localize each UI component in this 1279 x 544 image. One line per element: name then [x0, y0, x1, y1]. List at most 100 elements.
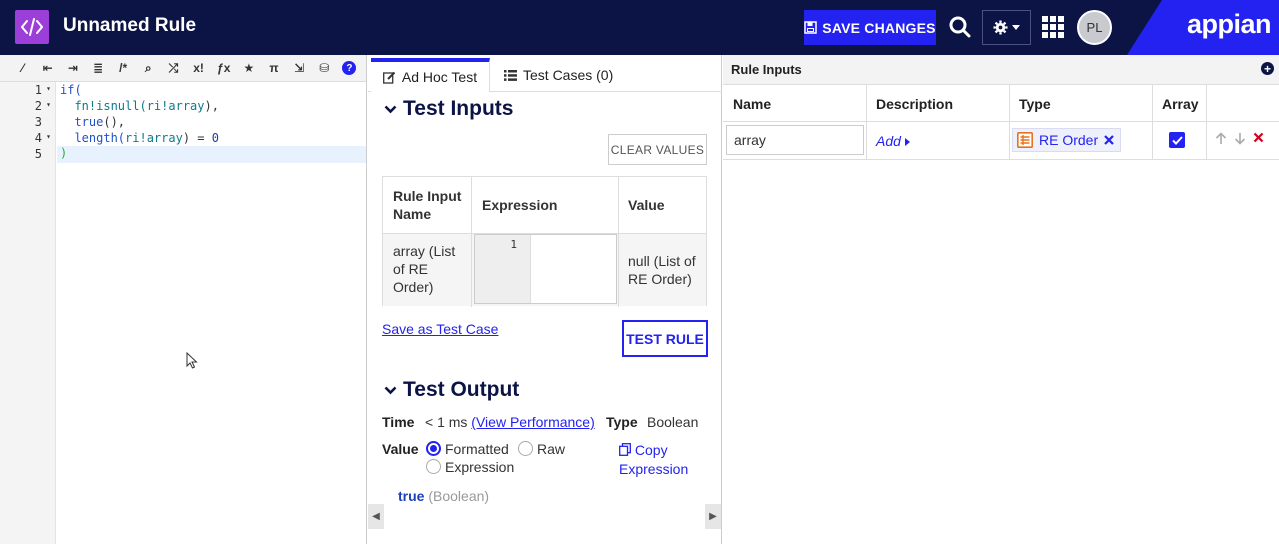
- line-number-gutter: 1 ▾ 2 ▾ 3 4 ▾ 5: [0, 82, 56, 544]
- check-icon: [1171, 135, 1183, 145]
- collapse-left-button[interactable]: ◀: [368, 504, 384, 529]
- fold-caret-icon[interactable]: ▾: [46, 84, 51, 93]
- array-checkbox[interactable]: [1169, 132, 1185, 148]
- help-icon[interactable]: ?: [337, 56, 362, 80]
- code-token: 0: [211, 131, 219, 145]
- tab-test-cases-label: Test Cases (0): [523, 67, 614, 83]
- code-token: ),: [204, 99, 219, 113]
- add-description-link[interactable]: Add: [876, 133, 910, 149]
- radio-raw-label: Raw: [537, 441, 566, 457]
- export-icon[interactable]: ⇲: [287, 56, 312, 80]
- chevron-down-icon: [384, 105, 397, 113]
- code-line-3: true(),: [60, 115, 125, 129]
- type-label: Type: [606, 414, 638, 430]
- search-icon[interactable]: ⌕: [136, 56, 161, 80]
- fold-caret-icon[interactable]: ▾: [46, 132, 51, 141]
- radio-formatted[interactable]: Formatted: [426, 441, 509, 457]
- line-number-text: 4: [34, 131, 42, 145]
- close-icon[interactable]: [1104, 135, 1114, 145]
- save-icon: [804, 21, 818, 34]
- star-icon[interactable]: ★: [236, 56, 261, 80]
- expression-input[interactable]: 1: [474, 234, 617, 304]
- tab-ad-hoc-test[interactable]: Ad Hoc Test: [371, 58, 490, 92]
- test-inputs-header[interactable]: Test Inputs: [384, 97, 513, 121]
- function-icon[interactable]: ƒx: [211, 56, 236, 80]
- type-chip-label: RE Order: [1039, 132, 1099, 148]
- test-output-title: Test Output: [403, 378, 520, 401]
- edit-icon: [382, 71, 396, 84]
- code-token: ) =: [182, 131, 212, 145]
- settings-menu-button[interactable]: [982, 10, 1031, 45]
- column-divider: [1009, 85, 1010, 159]
- result-value: true: [398, 488, 425, 504]
- view-performance-link[interactable]: (View Performance): [471, 414, 594, 430]
- x-factorial-icon[interactable]: x!: [186, 56, 211, 80]
- pi-icon[interactable]: π: [261, 56, 286, 80]
- code-line-2: fn!isnull(ri!array),: [60, 99, 219, 113]
- clear-values-button[interactable]: CLEAR VALUES: [608, 134, 707, 165]
- copy-expression-link[interactable]: Copy Expression: [619, 441, 699, 479]
- code-token: (),: [103, 115, 126, 129]
- code-token: ): [60, 146, 68, 160]
- code-line-5: ): [57, 146, 366, 163]
- radio-button-selected: [426, 441, 441, 456]
- type-chip[interactable]: RE Order: [1012, 128, 1122, 152]
- magic-wand-icon[interactable]: ⁄: [10, 56, 35, 80]
- arrow-down-icon[interactable]: [1234, 132, 1246, 145]
- apps-grid-icon[interactable]: [1042, 16, 1064, 38]
- radio-expression[interactable]: Expression: [426, 459, 514, 475]
- code-token: ri!array: [146, 99, 205, 113]
- code-token: length(: [74, 131, 126, 145]
- test-inputs-table: Rule Input Name Expression Value array (…: [382, 176, 707, 307]
- test-inputs-title: Test Inputs: [403, 97, 514, 120]
- column-divider: [1206, 85, 1207, 159]
- gear-icon: [993, 20, 1008, 35]
- search-icon[interactable]: [946, 12, 974, 42]
- test-output-header[interactable]: Test Output: [384, 378, 519, 402]
- expression-editor[interactable]: ⁄ ⇤ ⇥ ≣/* ⌕ ⤮ x! ƒx ★ π ⇲ ⛁? 1 ▾ 2 ▾ 3 4 ▾ 5 if( fn!isnull…: [0, 55, 367, 544]
- tab-test-cases[interactable]: Test Cases (0): [498, 58, 618, 92]
- record-type-icon: [1017, 132, 1033, 148]
- chevron-down-icon: [384, 386, 397, 394]
- outdent-icon[interactable]: ⇤: [35, 56, 60, 80]
- caret-left-icon: ◀: [372, 511, 380, 522]
- code-token: if(: [60, 83, 82, 97]
- rule-inputs-panel: Rule Inputs + Name Description Type Arra…: [723, 55, 1279, 544]
- collapse-right-button[interactable]: ▶: [705, 504, 721, 529]
- caret-right-icon: ▶: [709, 511, 717, 522]
- appian-logo: appian: [1187, 9, 1272, 39]
- mouse-cursor-icon: [186, 352, 198, 369]
- indent-icon[interactable]: ⇥: [60, 56, 85, 80]
- test-rule-button[interactable]: TEST RULE: [622, 320, 708, 357]
- row-actions: [1215, 132, 1264, 145]
- radio-raw[interactable]: Raw: [518, 441, 565, 457]
- column-divider: [618, 177, 619, 307]
- code-token: true: [74, 115, 104, 129]
- code-icon: [15, 10, 49, 44]
- rule-input-name-cell: array (List of RE Order): [393, 243, 456, 295]
- shuffle-icon[interactable]: ⤮: [161, 56, 186, 80]
- copy-icon: [619, 443, 631, 456]
- fold-caret-icon[interactable]: ▾: [46, 100, 51, 109]
- save-changes-button[interactable]: SAVE CHANGES: [804, 10, 936, 45]
- result-row: true (Boolean): [398, 488, 489, 504]
- save-as-test-case-link[interactable]: Save as Test Case: [382, 321, 498, 337]
- column-divider: [471, 177, 472, 307]
- arrow-up-icon[interactable]: [1215, 132, 1227, 145]
- rule-input-name-field[interactable]: array: [726, 125, 864, 155]
- delete-icon[interactable]: [1253, 132, 1264, 143]
- expression-line-number: 1: [475, 235, 531, 303]
- data-search-icon[interactable]: ⛁: [312, 56, 337, 80]
- tab-ad-hoc-test-label: Ad Hoc Test: [401, 69, 478, 85]
- time-value: < 1 ms: [425, 414, 468, 430]
- add-rule-input-icon[interactable]: +: [1261, 62, 1274, 75]
- format-icon[interactable]: ≣: [85, 56, 110, 80]
- line-number-text: 1: [34, 83, 42, 97]
- column-header-type: Type: [1019, 95, 1051, 112]
- avatar[interactable]: PL: [1077, 10, 1112, 45]
- time-label: Time: [382, 414, 415, 430]
- comment-icon[interactable]: /*: [111, 56, 136, 80]
- result-type: (Boolean): [428, 488, 490, 504]
- code-area[interactable]: if( fn!isnull(ri!array), true(), length(…: [57, 82, 366, 544]
- code-token: ri!array: [125, 131, 183, 145]
